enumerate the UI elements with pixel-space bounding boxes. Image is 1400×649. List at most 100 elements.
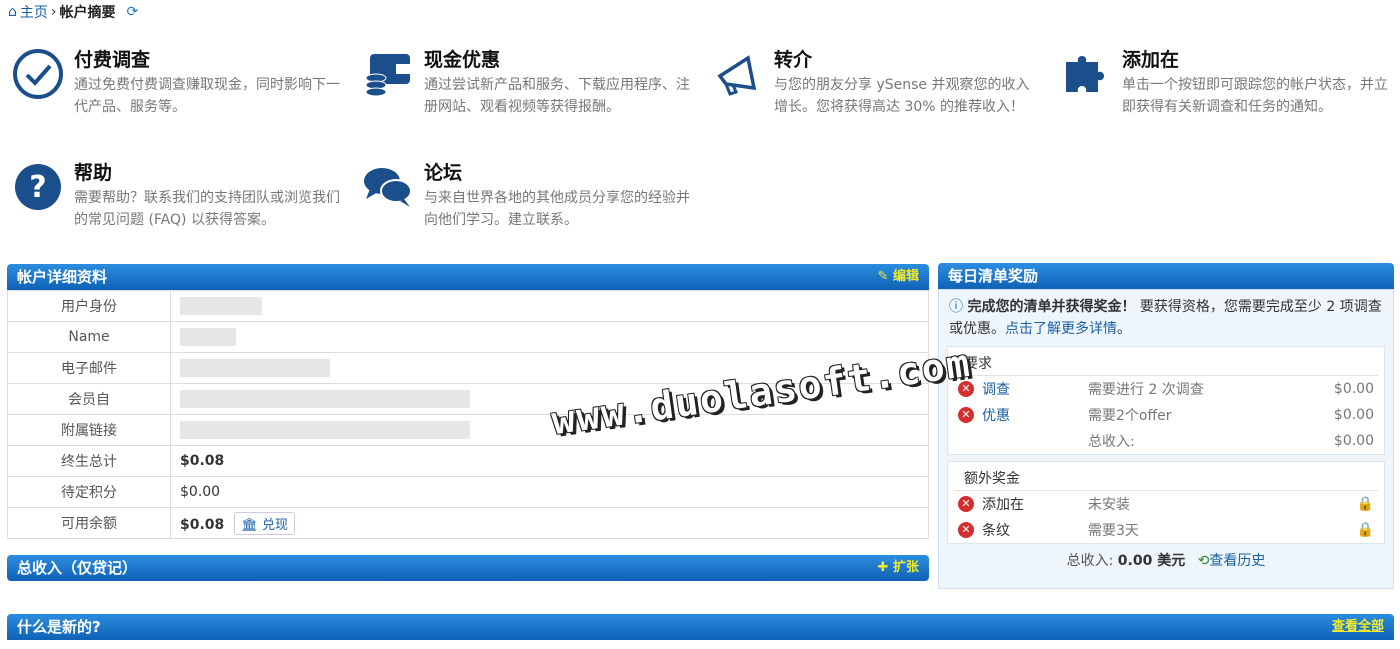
account-panel-header: 帐户详细资料 ✎ 编辑 — [7, 264, 929, 290]
extra-title: 额外奖金 — [954, 462, 1378, 491]
bank-icon: 🏛 — [241, 517, 258, 533]
chat-bubbles-icon — [364, 168, 412, 207]
view-all-link[interactable]: 查看全部 — [1332, 614, 1384, 640]
feature-title: 转介 — [774, 49, 813, 71]
feature-addon[interactable]: 添加在单击一个按钮即可跟踪您的帐户状态，并立即获得有关新调查和任务的通知。 — [1060, 48, 1390, 118]
info-bold: 完成您的清单并获得奖金！ — [967, 299, 1136, 315]
question-circle-icon: ? — [15, 164, 61, 210]
total-label: 总收入: — [1066, 553, 1114, 569]
feature-title: 添加在 — [1122, 49, 1180, 71]
edit-button[interactable]: ✎ 编辑 — [878, 264, 919, 290]
redacted-value — [180, 297, 262, 315]
account-table: 用户身份 Name 电子邮件 会员自 附属链接 终生总计 $0.08 待定积分 $0… — [7, 290, 929, 539]
row-label: 电子邮件 — [7, 352, 171, 384]
expand-label: 扩张 — [892, 560, 919, 575]
cashout-button[interactable]: 🏛 兑现 — [234, 511, 295, 535]
row-label: 附属链接 — [7, 414, 171, 446]
extra-bonus-box: 额外奖金 ✕ 添加在 未安装 🔒 ✕ 条纹 需要3天 🔒 — [947, 461, 1385, 544]
news-panel-title: 什么是新的? — [17, 618, 101, 636]
list-item: ✕ 条纹 需要3天 🔒 — [948, 517, 1384, 543]
row-value: $0.08 🏛 兑现 — [170, 507, 929, 539]
feature-desc: 通过尝试新产品和服务、下载应用程序、注册网站、观看视频等获得报酬。 — [424, 77, 690, 115]
svg-text:?: ? — [29, 170, 46, 205]
puzzle-icon — [1066, 56, 1104, 92]
row-value — [170, 383, 929, 415]
feature-cash-offers[interactable]: 现金优惠通过尝试新产品和服务、下载应用程序、注册网站、观看视频等获得报酬。 — [362, 48, 692, 118]
earnings-panel-title: 总收入（仅贷记） — [17, 559, 138, 577]
req-amount: $0.00 — [1333, 381, 1374, 397]
redacted-value — [180, 359, 330, 377]
row-value — [170, 352, 929, 384]
daily-info: ⓘ 完成您的清单并获得奖金！ 要获得资格，您需要完成至少 2 项调查或优惠。点击… — [939, 290, 1393, 346]
lock-icon: 🔒 — [1356, 496, 1374, 512]
pencil-icon: ✎ — [877, 269, 889, 284]
table-row: 会员自 — [7, 383, 929, 415]
list-item: ✕ 添加在 未安装 🔒 — [948, 491, 1384, 517]
check-circle-icon — [13, 49, 63, 99]
daily-panel-body: ⓘ 完成您的清单并获得奖金！ 要获得资格，您需要完成至少 2 项调查或优惠。点击… — [938, 289, 1394, 589]
breadcrumb-separator: › — [50, 4, 57, 20]
feature-paid-surveys[interactable]: 付费调查通过免费付费调查赚取现金，同时影响下一代产品、服务等。 — [12, 48, 342, 118]
redacted-value — [180, 390, 470, 408]
daily-panel-header: 每日清单奖励 — [938, 263, 1394, 289]
req-name[interactable]: 调查 — [982, 379, 1088, 399]
table-row: 可用余额 $0.08 🏛 兑现 — [7, 507, 929, 539]
news-panel-header: 什么是新的? 查看全部 — [7, 614, 1394, 640]
daily-total: 总收入: 0.00 美元 ⟲查看历史 — [939, 544, 1393, 570]
row-label: 会员自 — [7, 383, 171, 415]
feature-desc: 需要帮助？联系我们的支持团队或浏览我们的常见问题 (FAQ) 以获得答案。 — [74, 190, 340, 228]
feature-title: 帮助 — [74, 162, 113, 184]
row-label: 用户身份 — [7, 290, 171, 322]
plus-icon: ✚ — [877, 560, 889, 575]
row-label: 可用余额 — [7, 507, 171, 539]
req-desc: 需要进行 2 次调查 — [1088, 382, 1204, 398]
cashout-label: 兑现 — [261, 517, 288, 533]
row-value: $0.00 — [170, 476, 929, 508]
expand-button[interactable]: ✚ 扩张 — [878, 555, 919, 581]
list-item: ✕ 调查 需要进行 2 次调查 $0.00 — [948, 376, 1384, 402]
feature-title: 付费调查 — [74, 49, 151, 71]
row-label: Name — [7, 321, 171, 353]
wallet-coins-icon — [365, 54, 410, 97]
table-row: Name — [7, 321, 929, 353]
row-value — [170, 321, 929, 353]
megaphone-icon — [717, 55, 757, 96]
redacted-value — [180, 421, 470, 439]
table-row: 电子邮件 — [7, 352, 929, 384]
x-circle-icon: ✕ — [958, 496, 974, 512]
list-item: ✕ 优惠 需要2个offer $0.00 — [948, 402, 1384, 428]
requirements-box: 要求 ✕ 调查 需要进行 2 次调查 $0.00 ✕ 优惠 需要2个offer $0.00 … — [947, 346, 1385, 455]
table-row: 待定积分 $0.00 — [7, 476, 929, 508]
table-row: 用户身份 — [7, 290, 929, 322]
learn-more-link[interactable]: 点击了解更多详情 — [1005, 321, 1117, 337]
available-balance: $0.08 — [180, 516, 225, 533]
requirements-title: 要求 — [954, 347, 1378, 376]
extra-desc: 未安装 — [1088, 497, 1130, 513]
req-total-row: 总收入: $0.00 — [948, 428, 1384, 454]
req-total: $0.00 — [1333, 433, 1374, 449]
info-icon: ⓘ — [949, 299, 963, 315]
feature-title: 现金优惠 — [424, 49, 501, 71]
extra-desc: 需要3天 — [1088, 523, 1139, 539]
req-amount: $0.00 — [1333, 407, 1374, 423]
feature-help[interactable]: ? 帮助需要帮助？联系我们的支持团队或浏览我们的常见问题 (FAQ) 以获得答案… — [12, 161, 342, 231]
req-name[interactable]: 优惠 — [982, 405, 1088, 425]
breadcrumb-home-link[interactable]: 主页 — [20, 2, 48, 22]
req-desc: 需要2个offer — [1088, 408, 1172, 424]
feature-desc: 通过免费付费调查赚取现金，同时影响下一代产品、服务等。 — [74, 77, 340, 115]
earnings-panel-header[interactable]: 总收入（仅贷记） ✚ 扩张 — [7, 555, 929, 581]
refresh-icon[interactable]: ⟳ — [127, 4, 139, 20]
daily-panel-title: 每日清单奖励 — [948, 267, 1039, 285]
feature-forum[interactable]: 论坛 与来自世界各地的其他成员分享您的经验并向他们学习。建立联系。 — [362, 161, 692, 231]
feature-desc: 与来自世界各地的其他成员分享您的经验并向他们学习。建立联系。 — [424, 190, 690, 228]
extra-name: 添加在 — [982, 497, 1024, 513]
info-end: 。 — [1117, 321, 1131, 337]
view-history-link[interactable]: 查看历史 — [1209, 553, 1265, 569]
feature-referral[interactable]: 转介 与您的朋友分享 ySense 并观察您的收入增长。您将获得高达 30% 的推… — [712, 48, 1042, 118]
total-value: 0.00 美元 — [1117, 553, 1186, 569]
table-row: 附属链接 — [7, 414, 929, 446]
feature-desc: 单击一个按钮即可跟踪您的帐户状态，并立即获得有关新调查和任务的通知。 — [1122, 77, 1388, 115]
extra-name: 条纹 — [982, 523, 1010, 539]
history-icon: ⟲ — [1197, 553, 1210, 569]
home-icon[interactable]: ⌂ — [8, 4, 17, 20]
